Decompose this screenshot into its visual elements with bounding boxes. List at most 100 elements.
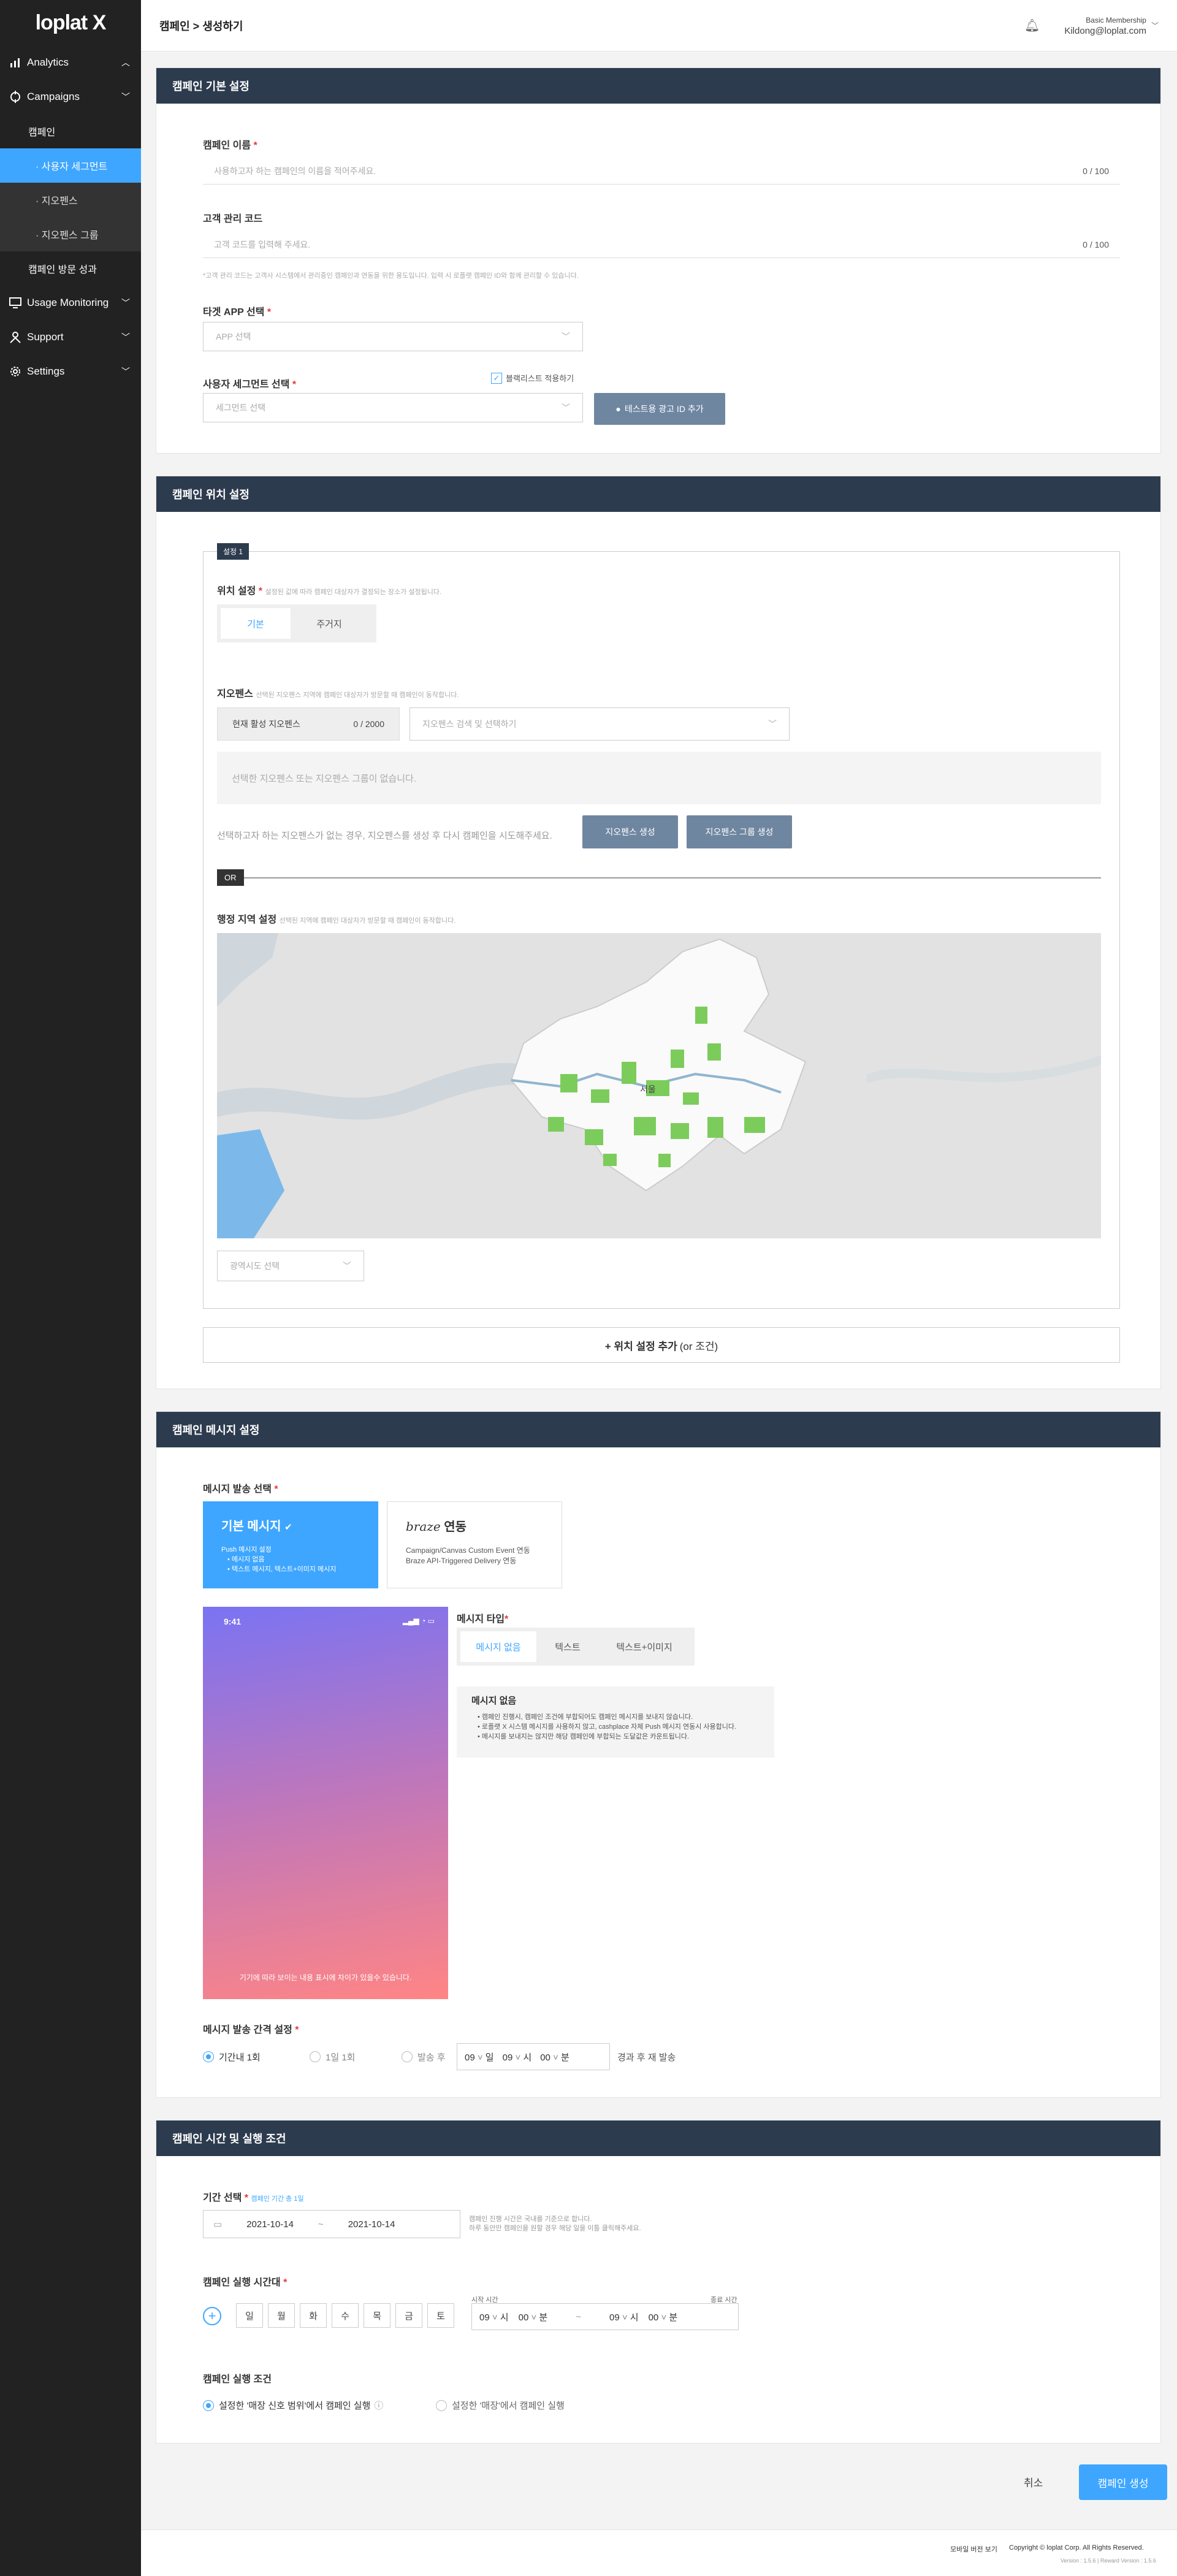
section-title: 캠페인 시간 및 실행 조건 — [156, 2121, 1160, 2156]
no-message-info: 메시지 없음 • 캠페인 진행시, 캠페인 조건에 부합되어도 캠페인 메시지를… — [457, 1686, 774, 1758]
condition-store[interactable]: 설정한 '매장'에서 캠페인 실행 — [436, 2399, 565, 2412]
geofence-search-select[interactable]: 지오펜스 검색 및 선택하기 ﹀ — [409, 707, 790, 741]
nav-user-segment[interactable]: · 사용자 세그먼트 — [0, 148, 141, 183]
location-type-tabs: 기본 주거지 — [217, 604, 376, 642]
campaign-name-input[interactable]: 사용하고자 하는 캠페인의 이름을 적어주세요. 0 / 100 — [203, 158, 1120, 185]
condition-signal-range[interactable]: 설정한 '매장 신호 범위'에서 캠페인 실행 ⓘ — [203, 2399, 383, 2412]
info-icon: ⓘ — [374, 2401, 384, 2411]
tab-no-message[interactable]: 메시지 없음 — [460, 1631, 536, 1662]
target-app-label: 타겟 APP 선택 * — [203, 307, 272, 318]
create-geofence-group-button[interactable]: 지오펜스 그룹 생성 — [687, 815, 792, 848]
date-range-input[interactable]: ▭ 2021-10-14 ~ 2021-10-14 — [203, 2210, 460, 2238]
logo: loplat X — [35, 10, 107, 34]
day-toggle[interactable]: 월 — [268, 2303, 295, 2328]
interval-time-input[interactable]: 09 ˅ 일 09 ˅ 시 00 ˅ 분 — [457, 2043, 610, 2070]
checkbox-icon: ✓ — [491, 372, 502, 384]
braze-desc: Braze API-Triggered Delivery 연동 — [406, 1557, 517, 1565]
day-toggle[interactable]: 일 — [236, 2303, 263, 2328]
support-icon — [9, 330, 22, 344]
add-location-or-label: (or 조건) — [679, 1340, 718, 1352]
province-select[interactable]: 광역시도 선택 ﹀ — [217, 1251, 364, 1281]
tab-text[interactable]: 텍스트 — [540, 1631, 595, 1662]
chevron-down-icon: ﹀ — [121, 92, 130, 102]
nav-campaigns[interactable]: Campaigns ﹀ — [0, 80, 141, 114]
version: Version : 1.5.6 | Reward Version : 1.5.6 — [1061, 2558, 1156, 2564]
radio-icon — [310, 2051, 321, 2062]
nav-campaign[interactable]: 캠페인 — [0, 114, 141, 148]
date-note-line: 캠페인 진행 시간은 국내를 기준으로 합니다. — [469, 2216, 592, 2223]
add-location-label: + 위치 설정 추가 — [604, 1340, 677, 1352]
geofence-label: 지오펜스 선택된 지오펜스 지역에 캠페인 대상자가 방문할 때 캠페인이 동작… — [217, 689, 459, 699]
blacklist-checkbox[interactable]: ✓ 블랙리스트 적용하기 — [491, 372, 574, 384]
nav-campaign-visit[interactable]: 캠페인 방문 성과 — [0, 251, 141, 286]
nav-settings[interactable]: Settings ﹀ — [0, 354, 141, 389]
time-range-input[interactable]: 09 ˅ 시 00 ˅ 분 ~ 09 ˅ 시 00 ˅ 분 — [471, 2303, 739, 2330]
user-segment-select[interactable]: 세그먼트 선택 ﹀ — [203, 393, 583, 422]
no-message-bullet: • 캠페인 진행시, 캠페인 조건에 부합되어도 캠페인 메시지를 보내지 않습… — [478, 1713, 693, 1721]
day-toggle[interactable]: 금 — [395, 2303, 422, 2328]
create-geofence-button[interactable]: 지오펜스 생성 — [582, 815, 678, 848]
customer-code-placeholder: 고객 코드를 입력해 주세요. — [214, 239, 311, 250]
basic-message-desc: • 메시지 없음 — [227, 1556, 265, 1563]
day-toggle[interactable]: 수 — [332, 2303, 359, 2328]
notification-icon[interactable]: 🔔︎ — [1024, 18, 1040, 33]
braze-logo: braze — [406, 1519, 441, 1534]
nav-analytics[interactable]: Analytics ︿ — [0, 45, 141, 80]
campaign-name-placeholder: 사용하고자 하는 캠페인의 이름을 적어주세요. — [214, 166, 376, 176]
day-toggle[interactable]: 화 — [300, 2303, 327, 2328]
gear-icon — [9, 365, 22, 378]
day-toggle[interactable]: 토 — [427, 2303, 454, 2328]
basic-message-option[interactable]: 기본 메시지 ✔ Push 메시지 설정 • 메시지 없음 • 텍스트 메시지,… — [203, 1501, 378, 1588]
nav-geofence-group[interactable]: · 지오펜스 그룹 — [0, 217, 141, 251]
monitor-icon — [9, 296, 22, 310]
chevron-down-icon: ﹀ — [343, 1261, 351, 1271]
tab-basic[interactable]: 기본 — [221, 608, 291, 639]
customer-code-input[interactable]: 고객 코드를 입력해 주세요. 0 / 100 — [203, 231, 1120, 258]
phone-time: 9:41 — [224, 1617, 242, 1626]
chevron-down-icon: ﹀ — [121, 332, 130, 342]
chevron-down-icon: ﹀ — [1151, 21, 1159, 30]
region-map[interactable]: 서울 — [217, 933, 1101, 1238]
add-time-button[interactable]: + — [203, 2307, 221, 2325]
add-location-button[interactable]: + 위치 설정 추가 (or 조건) — [203, 1327, 1120, 1363]
mobile-version-link[interactable]: 모바일 버전 보기 — [950, 2544, 997, 2554]
info-icon: ● — [615, 404, 621, 414]
radio-icon — [402, 2051, 413, 2062]
message-type-tabs: 메시지 없음 텍스트 텍스트+이미지 — [457, 1628, 695, 1666]
tab-home[interactable]: 주거지 — [294, 608, 364, 639]
nav-geofence[interactable]: · 지오펜스 — [0, 183, 141, 217]
geofence-search-placeholder: 지오펜스 검색 및 선택하기 — [422, 719, 517, 729]
target-app-select[interactable]: APP 선택 ﹀ — [203, 322, 583, 351]
braze-option[interactable]: braze 연동 Campaign/Canvas Custom Event 연동… — [387, 1501, 562, 1588]
day-toggle[interactable]: 목 — [364, 2303, 390, 2328]
end-date: 2021-10-14 — [348, 2219, 395, 2230]
period-label: 기간 선택 * 캠페인 기간 총 1일 — [203, 2193, 304, 2203]
interval-after[interactable]: 발송 후 — [402, 2049, 446, 2064]
nav-support-label: Support — [27, 331, 64, 343]
create-campaign-button[interactable]: 캠페인 생성 — [1079, 2464, 1167, 2500]
radio-icon — [203, 2051, 214, 2062]
bar-chart-icon — [9, 56, 22, 69]
user-segment-placeholder: 세그먼트 선택 — [216, 403, 266, 413]
location-setting-box: 설정 1 위치 설정 * 설정된 값에 따라 캠페인 대상자가 결정되는 장소가… — [203, 543, 1120, 1309]
no-message-bullet: • 로플랫 X 시스템 메시지를 사용하지 않고, cashplace 자체 P… — [478, 1723, 737, 1731]
chevron-down-icon: ﹀ — [562, 403, 570, 413]
no-message-bullet: • 메시지를 보내지는 않지만 해당 캠페인에 부합되는 도달값은 카운트됩니다… — [478, 1733, 690, 1740]
interval-daily[interactable]: 1일 1회 — [310, 2049, 355, 2064]
nav-support[interactable]: Support ﹀ — [0, 320, 141, 354]
nav-settings-label: Settings — [27, 365, 65, 377]
campaign-name-count: 0 / 100 — [1083, 166, 1109, 176]
message-type-label: 메시지 타입* — [457, 1614, 509, 1625]
account-menu[interactable]: Basic Membership Kildong@loplat.com — [1064, 15, 1146, 37]
blacklist-label: 블랙리스트 적용하기 — [506, 374, 574, 383]
add-test-ad-id-button[interactable]: ● 테스트용 광고 ID 추가 — [594, 393, 725, 425]
nav-campaigns-label: Campaigns — [27, 91, 80, 102]
radio-icon — [203, 2399, 214, 2411]
tab-text-image[interactable]: 텍스트+이미지 — [599, 1631, 690, 1662]
interval-once[interactable]: 기간내 1회 — [203, 2049, 261, 2064]
start-date: 2021-10-14 — [246, 2219, 294, 2230]
cancel-button[interactable]: 취소 — [1024, 2474, 1043, 2490]
nav-usage[interactable]: Usage Monitoring ﹀ — [0, 286, 141, 320]
date-separator: ~ — [318, 2219, 324, 2230]
date-note: 캠페인 진행 시간은 국내를 기준으로 합니다. 하루 동안만 캠페인을 원할 … — [469, 2215, 641, 2233]
